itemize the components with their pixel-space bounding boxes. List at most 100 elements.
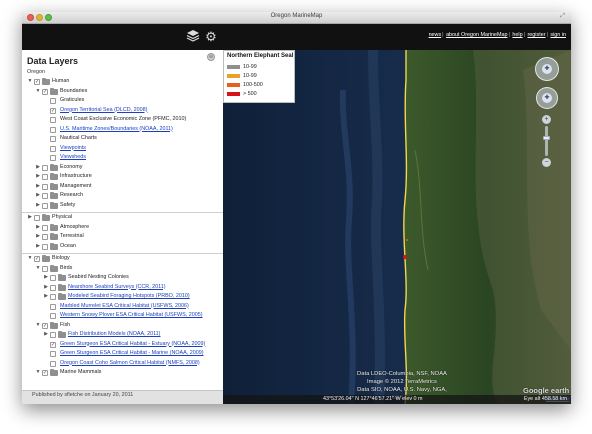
- layer-checkbox[interactable]: [50, 332, 56, 338]
- layer-row[interactable]: ▶ Research: [22, 191, 223, 200]
- layer-checkbox[interactable]: [42, 164, 48, 171]
- layer-checkbox[interactable]: [42, 202, 48, 209]
- layer-row[interactable]: ▶ Safety: [22, 201, 223, 210]
- zoom-slider-handle[interactable]: [543, 136, 550, 140]
- expand-right-icon[interactable]: ▶: [35, 172, 41, 181]
- layer-row[interactable]: Viewsheds: [22, 153, 223, 162]
- expand-down-icon[interactable]: ▼: [35, 87, 41, 96]
- layer-checkbox[interactable]: [42, 234, 48, 240]
- layer-label[interactable]: Modeled Seabird Foraging Hotspots (PRBO,…: [68, 292, 190, 301]
- layer-row[interactable]: Western Snowy Plover ESA Critical Habita…: [22, 311, 223, 320]
- expand-right-icon[interactable]: ▶: [43, 292, 49, 301]
- sign-in-link[interactable]: sign in: [550, 32, 566, 38]
- gear-icon[interactable]: ⚙: [203, 29, 219, 45]
- layer-checkbox[interactable]: [50, 275, 56, 281]
- expand-down-icon[interactable]: ▼: [27, 254, 33, 263]
- layer-checkbox[interactable]: [42, 88, 48, 95]
- news-link[interactable]: news: [429, 32, 442, 38]
- layer-checkbox[interactable]: [34, 79, 40, 85]
- help-link[interactable]: help: [512, 32, 522, 38]
- layer-checkbox[interactable]: [50, 284, 56, 291]
- layer-row[interactable]: ▶ Fish Distribution Models (NOAA, 2011): [22, 330, 223, 339]
- layer-checkbox[interactable]: [34, 256, 40, 262]
- layer-checkbox[interactable]: [50, 117, 56, 123]
- layer-label[interactable]: Green Sturgeon ESA Critical Habitat - Es…: [60, 340, 205, 349]
- layer-checkbox[interactable]: [42, 265, 48, 272]
- layer-row[interactable]: ▶ Atmosphere: [22, 223, 223, 232]
- layer-row[interactable]: ▶ Ocean: [22, 242, 223, 251]
- layer-checkbox[interactable]: [50, 351, 56, 357]
- about-link[interactable]: about Oregon MarineMap: [446, 32, 507, 38]
- layer-checkbox[interactable]: [50, 294, 56, 300]
- layer-row[interactable]: West Coast Exclusive Economic Zone (PFMC…: [22, 115, 223, 124]
- layer-checkbox[interactable]: [42, 370, 48, 376]
- layer-checkbox[interactable]: [50, 107, 56, 114]
- expand-right-icon[interactable]: ▶: [35, 242, 41, 251]
- layer-row[interactable]: ▶ Physical: [22, 213, 223, 222]
- layer-checkbox[interactable]: [50, 98, 56, 104]
- layer-row[interactable]: ▼ Fish: [22, 321, 223, 330]
- expand-right-icon[interactable]: ▶: [35, 201, 41, 210]
- layer-row[interactable]: ▼ Biology: [22, 254, 223, 263]
- layer-checkbox[interactable]: [50, 360, 56, 367]
- collapse-icon[interactable]: ⊖: [207, 53, 215, 61]
- layer-row[interactable]: Nautical Charts: [22, 134, 223, 143]
- layer-checkbox[interactable]: [42, 322, 48, 329]
- layer-row[interactable]: Viewpoints: [22, 144, 223, 153]
- layer-row[interactable]: ▶ Infrastructure: [22, 172, 223, 181]
- expand-right-icon[interactable]: ▶: [35, 223, 41, 232]
- layer-row[interactable]: ▼ Birds: [22, 264, 223, 273]
- map-view[interactable]: Northern Elephant Seal 10-99 10-99 100-500…: [223, 50, 571, 404]
- layer-row[interactable]: ▼ Human: [22, 77, 223, 86]
- register-link[interactable]: register: [528, 32, 546, 38]
- layer-label[interactable]: Marbled Murrelet ESA Critical Habitat (U…: [60, 302, 189, 311]
- layer-label[interactable]: Oregon Territorial Sea (DLCD, 2008): [60, 106, 147, 115]
- expand-right-icon[interactable]: ▶: [43, 283, 49, 292]
- layer-checkbox[interactable]: [42, 224, 48, 231]
- layer-row[interactable]: ▶ Nearshore Seabird Surveys (CCR, 2011): [22, 283, 223, 292]
- layer-checkbox[interactable]: [42, 193, 48, 199]
- expand-right-icon[interactable]: ▶: [35, 232, 41, 241]
- layer-row[interactable]: ▼ Boundaries: [22, 87, 223, 96]
- expand-right-icon[interactable]: ▶: [35, 182, 41, 191]
- layer-label[interactable]: Fish Distribution Models (NOAA, 2011): [68, 330, 160, 339]
- layer-checkbox[interactable]: [34, 215, 40, 221]
- layer-row[interactable]: ▶ Terrestrial: [22, 232, 223, 241]
- layer-row[interactable]: Oregon Territorial Sea (DLCD, 2008): [22, 106, 223, 115]
- expand-right-icon[interactable]: ▶: [43, 330, 49, 339]
- expand-right-icon[interactable]: ▶: [43, 273, 49, 282]
- layer-checkbox[interactable]: [50, 145, 56, 152]
- layers-icon[interactable]: [185, 29, 201, 45]
- layer-row[interactable]: ▶ Modeled Seabird Foraging Hotspots (PRBO…: [22, 292, 223, 301]
- zoom-in-button[interactable]: +: [542, 115, 551, 124]
- layer-label[interactable]: Western Snowy Plover ESA Critical Habita…: [60, 311, 203, 320]
- fullscreen-icon[interactable]: ⤢: [560, 13, 565, 20]
- expand-down-icon[interactable]: ▼: [35, 368, 41, 377]
- expand-down-icon[interactable]: ▼: [35, 321, 41, 330]
- layer-label[interactable]: Oregon Coast Coho Salmon Critical Habita…: [60, 359, 200, 368]
- expand-right-icon[interactable]: ▶: [27, 213, 33, 222]
- layer-row[interactable]: ▶ Economy: [22, 163, 223, 172]
- layer-checkbox[interactable]: [50, 313, 56, 319]
- layer-checkbox[interactable]: [42, 174, 48, 180]
- expand-down-icon[interactable]: ▼: [27, 77, 33, 86]
- zoom-out-button[interactable]: −: [542, 158, 551, 167]
- layer-row[interactable]: Marbled Murrelet ESA Critical Habitat (U…: [22, 302, 223, 311]
- layer-label[interactable]: U.S. Maritime Zones/Boundaries (NOAA, 20…: [60, 125, 173, 134]
- layer-checkbox[interactable]: [50, 136, 56, 142]
- layer-row[interactable]: Oregon Coast Coho Salmon Critical Habita…: [22, 359, 223, 368]
- layer-row[interactable]: ▶ Seabird Nesting Colonies: [22, 273, 223, 282]
- layer-checkbox[interactable]: [50, 126, 56, 133]
- layer-row[interactable]: Green Sturgeon ESA Critical Habitat - Ma…: [22, 349, 223, 358]
- layer-checkbox[interactable]: [42, 183, 48, 190]
- layer-row[interactable]: Graticules: [22, 96, 223, 105]
- expand-down-icon[interactable]: ▼: [35, 264, 41, 273]
- compass-icon[interactable]: ✚: [542, 64, 552, 74]
- move-icon[interactable]: ✚: [542, 93, 552, 103]
- expand-right-icon[interactable]: ▶: [35, 163, 41, 172]
- layer-row[interactable]: U.S. Maritime Zones/Boundaries (NOAA, 20…: [22, 125, 223, 134]
- layer-row[interactable]: ▶ Management: [22, 182, 223, 191]
- layer-row[interactable]: Green Sturgeon ESA Critical Habitat - Es…: [22, 340, 223, 349]
- layer-checkbox[interactable]: [42, 243, 48, 250]
- expand-right-icon[interactable]: ▶: [35, 191, 41, 200]
